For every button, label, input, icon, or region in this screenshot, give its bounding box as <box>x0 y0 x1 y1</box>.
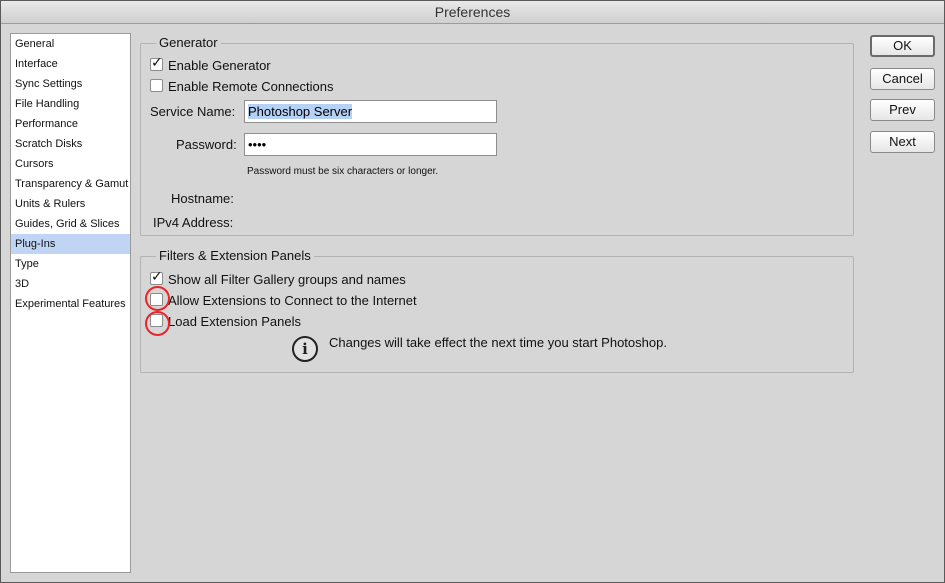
show-all-filter-gallery-label[interactable]: Show all Filter Gallery groups and names <box>168 272 406 287</box>
password-hint: Password must be six characters or longe… <box>247 166 439 177</box>
hostname-label: Hostname: <box>171 191 234 206</box>
sidebar-item-guides-grid-slices[interactable]: Guides, Grid & Slices <box>11 214 130 234</box>
password-input[interactable]: •••• <box>244 133 497 156</box>
category-list[interactable]: General Interface Sync Settings File Han… <box>10 33 131 573</box>
checkmark-icon: ✓ <box>151 269 163 285</box>
enable-generator-label[interactable]: Enable Generator <box>168 58 271 73</box>
info-icon: i <box>292 336 318 362</box>
prev-button[interactable]: Prev <box>870 99 935 121</box>
checkmark-icon: ✓ <box>151 55 163 71</box>
filters-extensions-group-title: Filters & Extension Panels <box>156 248 314 263</box>
restart-notice: Changes will take effect the next time y… <box>329 335 667 350</box>
next-button[interactable]: Next <box>870 131 935 153</box>
sidebar-item-experimental-features[interactable]: Experimental Features <box>11 294 130 314</box>
annotation-circle <box>145 311 170 336</box>
sidebar-item-type[interactable]: Type <box>11 254 130 274</box>
sidebar-item-performance[interactable]: Performance <box>11 114 130 134</box>
ipv4-address-label: IPv4 Address: <box>153 215 234 230</box>
sidebar-item-3d[interactable]: 3D <box>11 274 130 294</box>
window-title: Preferences <box>1 1 944 24</box>
enable-remote-connections-checkbox[interactable] <box>150 79 163 92</box>
sidebar-item-scratch-disks[interactable]: Scratch Disks <box>11 134 130 154</box>
cancel-button[interactable]: Cancel <box>870 68 935 90</box>
sidebar-item-plug-ins[interactable]: Plug-Ins <box>11 234 130 254</box>
service-name-input[interactable]: Photoshop Server <box>244 100 497 123</box>
service-name-value: Photoshop Server <box>248 104 353 119</box>
generator-group-title: Generator <box>156 35 221 50</box>
sidebar-item-transparency-gamut[interactable]: Transparency & Gamut <box>11 174 130 194</box>
sidebar-item-file-handling[interactable]: File Handling <box>11 94 130 114</box>
password-value: •••• <box>248 137 267 152</box>
show-all-filter-gallery-checkbox[interactable]: ✓ <box>150 269 163 285</box>
enable-generator-checkbox[interactable]: ✓ <box>150 55 163 71</box>
sidebar-item-units-rulers[interactable]: Units & Rulers <box>11 194 130 214</box>
sidebar-item-cursors[interactable]: Cursors <box>11 154 130 174</box>
load-extension-panels-label[interactable]: Load Extension Panels <box>168 314 301 329</box>
enable-remote-connections-label[interactable]: Enable Remote Connections <box>168 79 334 94</box>
service-name-label: Service Name: <box>150 104 236 119</box>
sidebar-item-sync-settings[interactable]: Sync Settings <box>11 74 130 94</box>
allow-extensions-internet-label[interactable]: Allow Extensions to Connect to the Inter… <box>168 293 417 308</box>
sidebar-item-interface[interactable]: Interface <box>11 54 130 74</box>
ok-button[interactable]: OK <box>870 35 935 57</box>
annotation-circle <box>145 286 170 311</box>
password-label: Password: <box>176 137 237 152</box>
preferences-window: Preferences General Interface Sync Setti… <box>0 0 945 583</box>
sidebar-item-general[interactable]: General <box>11 34 130 54</box>
